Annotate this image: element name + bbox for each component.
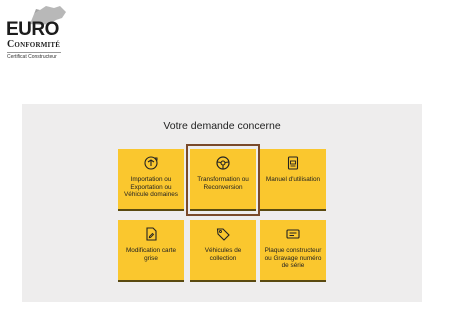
document-edit-icon bbox=[146, 227, 157, 241]
import-export-icon bbox=[144, 156, 158, 170]
logo-text-conformite: Conformité bbox=[7, 39, 61, 50]
panel-title: Votre demande concerne bbox=[163, 120, 281, 132]
manual-icon bbox=[287, 156, 299, 170]
tile-carte-grise[interactable]: Modification carte grise bbox=[118, 220, 184, 282]
selected-tile-outline bbox=[186, 144, 260, 216]
tile-plaque[interactable]: Plaque constructeur ou Gravage numéro de… bbox=[260, 220, 326, 282]
logo-divider bbox=[7, 52, 61, 53]
tile-label: Véhicules de collection bbox=[204, 247, 242, 262]
tile-label: Plaque constructeur ou Gravage numéro de… bbox=[264, 247, 322, 270]
euro-conformite-logo: EURO Conformité Certificat Constructeur bbox=[4, 4, 68, 64]
tile-import-export[interactable]: Importation ou Exportation ou Véhicule d… bbox=[118, 149, 184, 211]
request-type-panel: Votre demande concerne Importation ou Ex… bbox=[22, 104, 422, 302]
tile-manual[interactable]: Manuel d'utilisation bbox=[260, 149, 326, 211]
tile-label: Manuel d'utilisation bbox=[265, 176, 321, 183]
logo-tagline: Certificat Constructeur bbox=[7, 54, 57, 60]
logo-text-euro: EURO bbox=[6, 19, 59, 40]
tag-icon bbox=[216, 228, 230, 241]
tile-label: Modification carte grise bbox=[125, 247, 177, 262]
tile-label: Importation ou Exportation ou Véhicule d… bbox=[124, 176, 178, 199]
plate-icon bbox=[286, 229, 300, 239]
tile-collection[interactable]: Véhicules de collection bbox=[190, 220, 256, 282]
